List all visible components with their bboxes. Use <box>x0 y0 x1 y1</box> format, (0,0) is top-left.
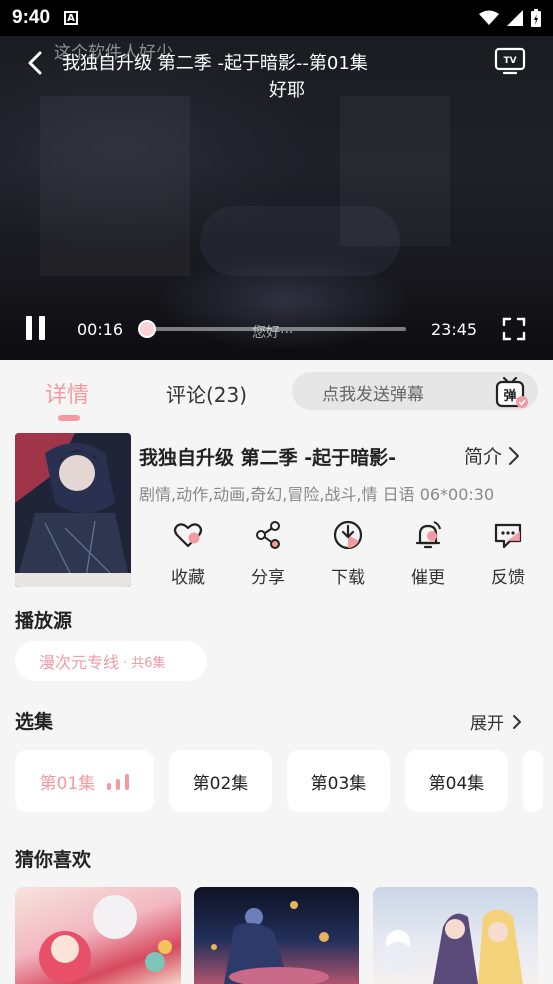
favorite-button[interactable]: 收藏 <box>148 519 228 588</box>
episode-item-03[interactable]: 第03集 <box>287 750 390 812</box>
chevron-left-icon <box>28 51 42 75</box>
share-icon <box>256 521 280 549</box>
cover-art <box>15 433 131 587</box>
tab-detail[interactable]: 详情 <box>45 377 89 409</box>
show-title: 我独自升级 第二季 -起于暗影- <box>139 447 397 469</box>
scene-wall <box>40 96 190 276</box>
recommend-card-2[interactable] <box>194 887 359 984</box>
status-time: 9:40 <box>12 7 51 28</box>
cast-button[interactable]: TV <box>494 46 526 76</box>
feedback-label: 反馈 <box>491 568 525 588</box>
tv-icon: TV <box>494 47 526 75</box>
action-bar: 收藏 分享 下载 催更 反馈 <box>148 519 548 588</box>
danmaku-text: 好耶 <box>269 80 305 101</box>
urge-update-button[interactable]: 催更 <box>388 519 468 588</box>
urge-update-label: 催更 <box>411 568 445 588</box>
download-button[interactable]: 下载 <box>308 519 388 588</box>
source-episode-count: · 共6集 <box>123 655 166 671</box>
episode-item-05[interactable] <box>523 750 543 812</box>
source-name: 漫次元专线 <box>39 653 120 672</box>
source-chip[interactable]: 漫次元专线 · 共6集 <box>15 641 207 681</box>
heart-icon <box>173 523 203 548</box>
episode-item-02[interactable]: 第02集 <box>169 750 272 812</box>
fullscreen-icon <box>502 317 526 341</box>
intro-button[interactable]: 简介 <box>464 442 520 469</box>
episode-item-04[interactable]: 第04集 <box>405 750 508 812</box>
danmaku-text: 您好··· <box>252 325 294 341</box>
playing-indicator-icon <box>107 772 130 790</box>
favorite-label: 收藏 <box>171 568 205 588</box>
episode-label: 第02集 <box>192 773 249 794</box>
status-icons <box>479 9 541 27</box>
expand-episodes-button[interactable]: 展开 <box>470 709 522 734</box>
recommend-thumbnail <box>211 901 329 984</box>
feedback-button[interactable]: 反馈 <box>468 519 548 588</box>
wifi-icon <box>479 10 499 25</box>
pause-button[interactable] <box>26 316 50 342</box>
svg-text:TV: TV <box>503 56 516 66</box>
battery-icon <box>531 9 541 27</box>
feedback-icon <box>494 523 522 549</box>
recommend-card-1[interactable] <box>15 887 181 984</box>
danmaku-input-placeholder: 点我发送弹幕 <box>322 385 424 405</box>
intro-label: 简介 <box>464 446 503 468</box>
pause-icon <box>26 316 32 340</box>
current-time: 00:16 <box>77 320 124 339</box>
share-button[interactable]: 分享 <box>228 519 308 588</box>
expand-label: 展开 <box>470 714 504 734</box>
episode-label: 第01集 <box>39 773 96 794</box>
episode-label: 第03集 <box>310 773 367 794</box>
tab-comments[interactable]: 评论(23) <box>166 379 247 408</box>
episodes-section-title: 选集 <box>15 711 54 733</box>
cover-image[interactable] <box>15 433 131 587</box>
episode-list: 第01集 第02集 第03集 第04集 <box>15 750 543 812</box>
svg-text:弹: 弹 <box>503 388 516 404</box>
recommend-section-title: 猜你喜欢 <box>15 849 92 871</box>
recommend-thumbnail <box>383 909 523 984</box>
share-label: 分享 <box>251 568 285 588</box>
danmaku-toggle-button[interactable]: 弹 <box>494 376 530 410</box>
notification-icon: A <box>64 11 79 25</box>
show-tags: 剧情,动作,动画,奇幻,冒险,战斗,情 日语 06*00:30 <box>139 485 495 504</box>
fullscreen-button[interactable] <box>502 317 526 341</box>
chevron-right-icon <box>509 446 520 465</box>
scene-window <box>340 96 450 246</box>
source-section-title: 播放源 <box>15 610 73 632</box>
recommend-thumbnail <box>39 895 172 983</box>
status-bar: 9:40 A <box>0 0 553 36</box>
tab-bar: 详情 评论(23) 点我发送弹幕 <box>0 360 553 422</box>
danmaku-icon: 弹 <box>495 376 528 408</box>
chevron-right-icon <box>513 714 521 729</box>
total-time: 23:45 <box>431 320 478 339</box>
progress-thumb[interactable] <box>138 320 156 338</box>
recommend-card-3[interactable] <box>373 887 538 984</box>
download-icon <box>333 520 363 550</box>
video-player[interactable]: 这个软件人好少 我独自升级 第二季 -起于暗影--第01集 好耶 TV 您好··… <box>0 36 553 360</box>
signal-icon <box>507 10 523 26</box>
episode-label: 第04集 <box>428 773 485 794</box>
progress-bar[interactable] <box>146 327 406 331</box>
video-title: 我独自升级 第二季 -起于暗影--第01集 <box>62 53 368 74</box>
tab-indicator <box>58 415 80 421</box>
bell-icon <box>415 521 441 549</box>
back-button[interactable] <box>20 48 50 78</box>
download-label: 下载 <box>331 568 365 588</box>
episode-item-01[interactable]: 第01集 <box>15 750 154 812</box>
